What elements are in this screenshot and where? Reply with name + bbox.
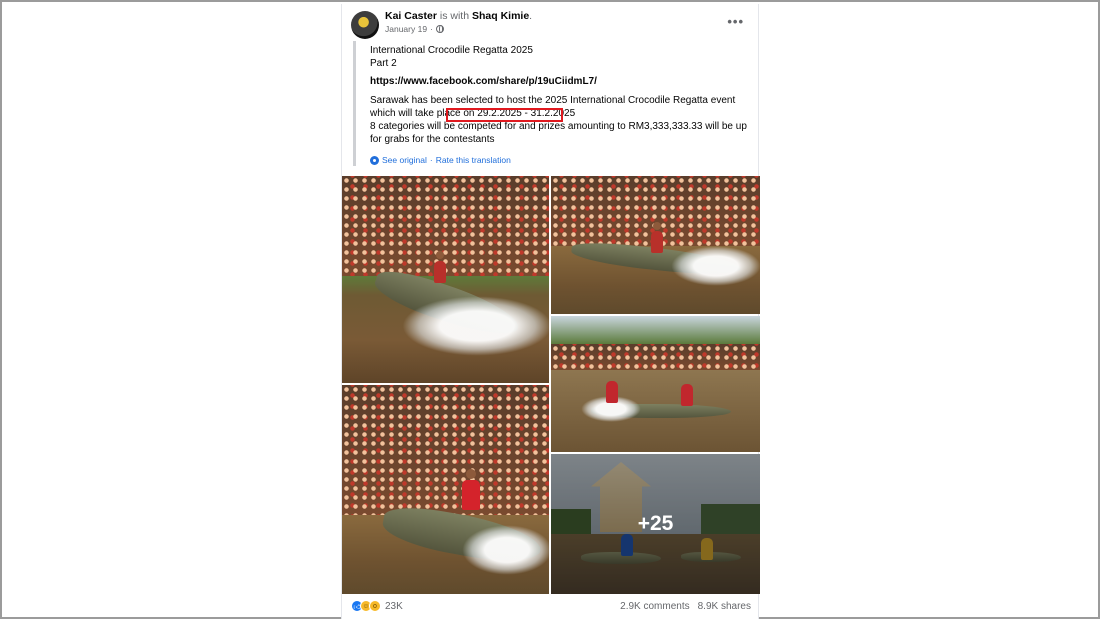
gear-icon (370, 155, 379, 165)
reaction-summary[interactable]: 👍︎ ☺︎ o 23K (351, 600, 403, 612)
author-avatar[interactable] (351, 11, 379, 39)
see-original-link[interactable]: See original (382, 155, 427, 165)
reaction-count: 23K (385, 600, 403, 612)
more-photos-overlay[interactable]: +25 (551, 454, 760, 594)
post-stats: 2.9K comments 8.9K shares (620, 601, 751, 612)
quote-body-line-4: for grabs for the contestants (370, 134, 495, 145)
author-name[interactable]: Kai Caster (385, 10, 437, 22)
more-options-icon[interactable]: ••• (727, 14, 744, 29)
comments-count[interactable]: 2.9K comments (620, 601, 689, 612)
wow-icon: o (369, 600, 381, 612)
with-text: is with (439, 10, 470, 22)
gallery-photo-4[interactable] (342, 385, 549, 594)
quote-title: International Crocodile Regatta 2025 (370, 45, 533, 56)
gallery-photo-5[interactable]: +25 (551, 454, 760, 594)
gallery-photo-1[interactable] (342, 176, 549, 383)
shared-link[interactable]: https://www.facebook.com/share/p/19uCiid… (370, 75, 597, 88)
date-highlight-box (446, 108, 563, 122)
post-footer: 👍︎ ☺︎ o 23K 2.9K comments 8.9K shares (342, 596, 760, 616)
quote-subtitle: Part 2 (370, 58, 397, 69)
gallery-photo-2[interactable] (551, 176, 760, 314)
tagged-user[interactable]: Shaq Kimie (472, 10, 529, 22)
translation-separator: · (429, 155, 433, 165)
facebook-post: Kai Caster is with Shaq Kimie. January 1… (341, 4, 760, 619)
gallery-photo-3[interactable] (551, 316, 760, 452)
period: . (529, 10, 533, 22)
quote-body-line-1: Sarawak has been selected to host the 20… (370, 95, 736, 106)
more-photos-count: +25 (637, 512, 674, 535)
shares-count[interactable]: 8.9K shares (698, 601, 751, 612)
date-separator: · (430, 24, 433, 34)
post-meta: January 19 · (385, 24, 444, 34)
rate-translation-link[interactable]: Rate this translation (436, 155, 511, 165)
translation-controls: See original · Rate this translation (370, 155, 511, 165)
shared-post-quote: International Crocodile Regatta 2025 Par… (353, 41, 749, 166)
globe-icon (435, 25, 444, 33)
post-date[interactable]: January 19 (385, 24, 427, 34)
photo-gallery: +25 (342, 176, 760, 594)
post-author-line: Kai Caster is with Shaq Kimie. (385, 10, 532, 22)
